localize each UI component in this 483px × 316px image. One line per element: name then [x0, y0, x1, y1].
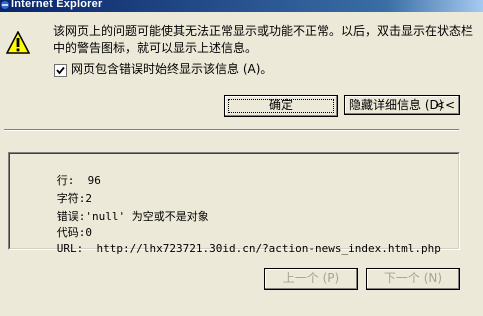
warning-icon [6, 31, 30, 54]
window-title: Internet Explorer [11, 0, 103, 10]
always-show-checkbox[interactable] [54, 64, 67, 77]
next-button[interactable]: 下一个 (N) [366, 268, 460, 290]
hide-details-button[interactable]: 隐藏详细信息 (D) << [344, 95, 460, 115]
detail-url: URL: http://lhx723721.30id.cn/?action-ne… [17, 229, 441, 268]
prev-label: 上一个 (P) [282, 271, 340, 285]
ok-button[interactable]: 确定 [224, 95, 338, 117]
focus-ring [228, 99, 334, 113]
check-icon [56, 66, 65, 75]
chevron-left-icon: << [434, 98, 455, 112]
error-message: 该网页上的问题可能使其无法正常显示或功能不正常。以后，双击显示在状态栏中的警告图… [53, 24, 474, 55]
title-bar: Internet Explorer [0, 0, 483, 12]
always-show-label[interactable]: 网页包含错误时始终显示该信息 (A)。 [71, 61, 272, 78]
error-value: 'null' 为空或不是对象 [85, 210, 209, 223]
url-label: URL: [56, 242, 84, 255]
hide-details-label: 隐藏详细信息 (D) [349, 98, 444, 112]
details-panel: 行: 96 字符:2 错误:'null' 为空或不是对象 代码:0 URL: h… [8, 152, 460, 255]
next-label: 下一个 (N) [383, 271, 443, 285]
ie-icon [1, 1, 9, 9]
url-value: http://lhx723721.30id.cn/?action-news_in… [96, 242, 441, 255]
prev-button[interactable]: 上一个 (P) [264, 268, 358, 290]
separator [4, 129, 459, 131]
error-dialog: Internet Explorer 该网页上的问题可能使其无法正常显示或功能不正… [0, 0, 483, 316]
